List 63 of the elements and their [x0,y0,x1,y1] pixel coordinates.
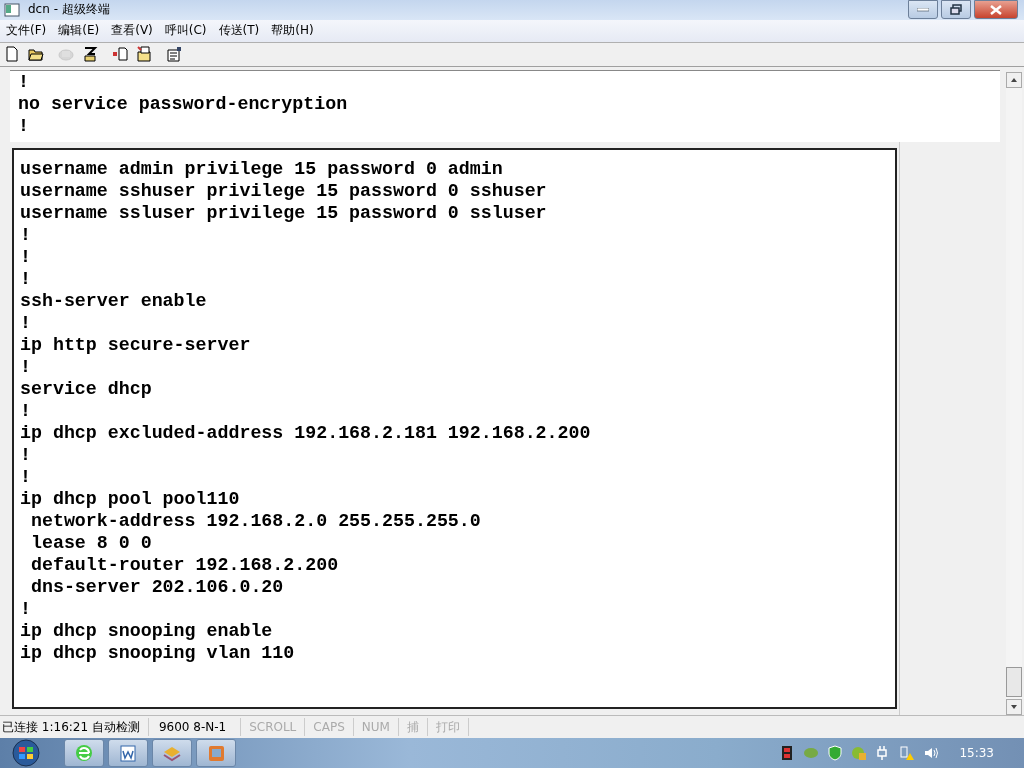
terminal-line: ! [20,223,32,246]
terminal-line: ip dhcp snooping enable [20,619,274,642]
shield-icon[interactable] [827,745,844,761]
speaker-icon[interactable] [923,745,940,761]
send-icon[interactable] [112,46,128,63]
port-settings: 9600 8-N-1 [148,718,242,737]
properties-icon[interactable] [166,46,182,63]
window-title: dcn - 超级终端 [28,1,110,19]
menu-item[interactable]: 编辑(E) [52,22,106,40]
terminal-line: username admin privilege 15 password 0 admin [20,157,504,180]
open-icon[interactable] [28,46,44,63]
status-indicator: 打印 [427,718,469,737]
terminal-line: ip dhcp excluded-address 192.168.2.181 192.168.2.200 [20,421,592,444]
status-indicator: CAPS [305,718,354,737]
terminal-line: network-address 192.168.2.0 255.255.255.0 [29,509,482,532]
menu-item[interactable]: 呼叫(C) [158,22,213,40]
terminal-line: ! [20,443,32,466]
terminal-line: username ssluser privilege 15 password 0 ssluser [20,201,548,224]
terminal-line: ! [20,245,32,268]
terminal-line: ! [20,465,32,488]
terminal-line: ! [18,114,30,137]
restore-icon [950,4,962,15]
menu-item[interactable]: 传送(T) [212,22,266,40]
terminal-line: lease 8 0 0 [29,531,153,554]
terminal-line: ssh-server enable [20,289,208,312]
terminal-line: dns-server 202.106.0.20 [29,575,285,598]
terminal-line: ! [20,311,32,334]
status-indicator: NUM [353,718,399,737]
terminal-line: ! [20,597,32,620]
menu-item[interactable]: 文件(F) [0,22,53,40]
new-icon[interactable] [4,46,20,63]
scrollbar[interactable] [1006,71,1022,716]
terminal-line: ip http secure-server [20,333,252,356]
close-icon [990,4,1002,15]
taskbar-button[interactable] [196,739,236,767]
terminal-line: ip dhcp pool pool110 [20,487,241,510]
terminal-line: default-router 192.168.2.200 [29,553,340,576]
terminal-line: ! [20,355,32,378]
restore-button[interactable] [941,0,971,19]
taskbar-button[interactable] [152,739,192,767]
close-button[interactable] [974,0,1018,19]
terminal-line: service dhcp [20,377,153,400]
minimize-icon [917,7,929,12]
document-icon [118,743,138,763]
terminal-line: ip dhcp snooping vlan 110 [20,641,296,664]
taskbar-button[interactable] [108,739,148,767]
connection-status: 已连接 1:16:21 自动检测 [0,718,149,737]
taskbar-button[interactable] [64,739,104,767]
terminal-line: ! [20,399,32,422]
terminal-line: ! [18,70,30,93]
minimize-button[interactable] [908,0,938,19]
menu-item[interactable]: 查看(V) [105,22,159,40]
app-icon [4,3,20,17]
receive-icon[interactable] [136,46,152,63]
window-icon [206,743,226,763]
status-indicator: 捕 [398,718,428,737]
scroll-thumb[interactable] [1006,667,1022,698]
status-indicator: SCROLL [241,718,306,737]
menu-item[interactable]: 帮助(H) [265,22,320,40]
terminal-line: no service password-encryption [18,92,349,115]
globe-icon [74,743,94,763]
terminal-line: username sshuser privilege 15 password 0 sshuser [20,179,548,202]
terminal-line: ! [20,267,32,290]
